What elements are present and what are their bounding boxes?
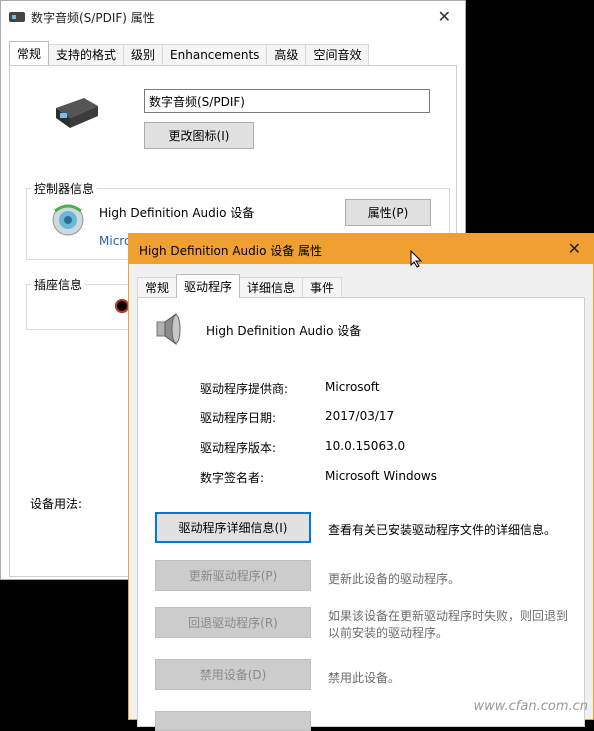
tab-strip: 常规 驱动程序 详细信息 事件: [137, 274, 343, 298]
controller-name: High Definition Audio 设备: [99, 206, 255, 220]
tab-strip: 常规 支持的格式 级别 Enhancements 高级 空间音效: [9, 41, 370, 65]
disable-device-desc: 禁用此设备。: [328, 671, 401, 685]
date-label: 驱动程序日期:: [200, 411, 277, 425]
close-icon[interactable]: ✕: [438, 7, 451, 26]
rollback-driver-desc: 如果该设备在更新驱动程序时失败，则回退到以前安装的驱动程序。: [328, 609, 569, 640]
date-value: 2017/03/17: [325, 409, 395, 423]
change-icon-button[interactable]: 更改图标(I): [144, 122, 254, 149]
update-driver-desc: 更新此设备的驱动程序。: [328, 572, 461, 586]
disable-device-button[interactable]: 禁用设备(D): [155, 659, 311, 690]
tab-supported-formats[interactable]: 支持的格式: [48, 44, 125, 65]
tab-advanced[interactable]: 高级: [266, 44, 307, 65]
device-name: High Definition Audio 设备: [206, 324, 362, 338]
audio-controller-icon: [52, 204, 84, 236]
controller-info-label: 控制器信息: [31, 180, 98, 197]
signer-label: 数字签名者:: [200, 471, 265, 485]
update-driver-button[interactable]: 更新驱动程序(P): [155, 560, 311, 591]
window-title: High Definition Audio 设备 属性: [139, 244, 323, 258]
provider-value: Microsoft: [325, 380, 380, 394]
tab-general[interactable]: 常规: [9, 41, 50, 65]
mouse-cursor-icon: [410, 250, 422, 268]
controller-vendor: Micro: [99, 234, 132, 248]
uninstall-device-button-partial[interactable]: [155, 711, 311, 731]
version-label: 驱动程序版本:: [200, 441, 277, 455]
tab-enhancements[interactable]: Enhancements: [162, 44, 268, 65]
signer-value: Microsoft Windows: [325, 469, 437, 483]
jack-info-label: 插座信息: [31, 276, 86, 293]
tab-events[interactable]: 事件: [302, 277, 343, 298]
tab-spatial-sound[interactable]: 空间音效: [305, 44, 370, 65]
tab-driver[interactable]: 驱动程序: [176, 274, 241, 298]
close-icon[interactable]: ✕: [568, 239, 581, 258]
jack-color-icon: [115, 299, 129, 313]
speaker-device-icon: [9, 12, 25, 22]
controller-properties-button[interactable]: 属性(P): [345, 199, 431, 226]
window-title: 数字音频(S/PDIF) 属性: [31, 10, 155, 25]
tab-levels[interactable]: 级别: [123, 44, 164, 65]
watermark: www.cfan.com.cn: [473, 699, 588, 714]
tab-general[interactable]: 常规: [137, 277, 178, 298]
device-usage-label: 设备用法:: [30, 497, 83, 511]
driver-details-button[interactable]: 驱动程序详细信息(I): [155, 512, 311, 543]
driver-panel: High Definition Audio 设备 驱动程序提供商: Micros…: [137, 297, 585, 731]
title-bar[interactable]: 数字音频(S/PDIF) 属性 ✕: [1, 1, 465, 33]
provider-label: 驱动程序提供商:: [200, 382, 289, 396]
rollback-driver-button[interactable]: 回退驱动程序(R): [155, 607, 311, 638]
digital-audio-device-icon: [56, 98, 98, 128]
device-name-input[interactable]: [144, 89, 430, 113]
speaker-icon: [156, 313, 181, 345]
hd-audio-properties-window: High Definition Audio 设备 属性 ✕ 常规 驱动程序 详细…: [128, 233, 594, 731]
version-value: 10.0.15063.0: [325, 439, 406, 453]
driver-details-desc: 查看有关已安装驱动程序文件的详细信息。: [328, 523, 557, 537]
tab-details[interactable]: 详细信息: [239, 277, 304, 298]
title-bar-active[interactable]: High Definition Audio 设备 属性 ✕: [129, 234, 593, 264]
